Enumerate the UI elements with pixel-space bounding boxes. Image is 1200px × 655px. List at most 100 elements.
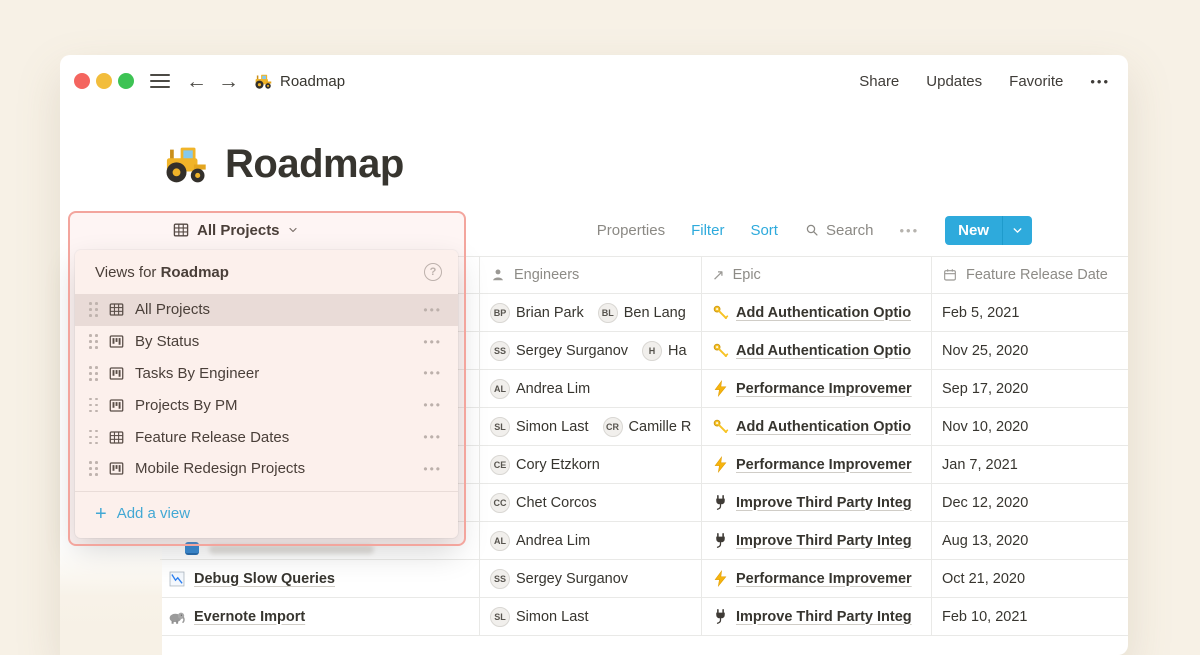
view-item-more-icon[interactable]: ••• [423,366,442,380]
engineer-chip[interactable]: BLBen Lang [598,303,686,323]
column-header-engineers[interactable]: Engineers [480,257,702,293]
table-row[interactable]: Debug Slow Queries SSSergey Surganov Per… [160,560,1128,598]
engineer-chip[interactable]: CCChet Corcos [490,493,597,513]
toolbar-more-icon[interactable]: ••• [900,223,920,238]
cell-engineers[interactable]: SSSergey Surganov [480,560,702,597]
view-item-more-icon[interactable]: ••• [423,303,442,317]
views-menu-item[interactable]: Tasks By Engineer ••• [75,358,458,390]
views-menu-item[interactable]: By Status ••• [75,326,458,358]
epic-link[interactable]: Add Authentication Optio [736,343,911,359]
cell-engineers[interactable]: ALAndrea Lim [480,370,702,407]
view-item-more-icon[interactable]: ••• [423,462,442,476]
cell-epic[interactable]: Performance Improvemer [702,560,932,597]
minimize-window-button[interactable] [96,73,112,89]
cell-engineers[interactable]: BPBrian Park BLBen Lang [480,294,702,331]
cell-release-date[interactable]: Nov 10, 2020 [932,408,1128,445]
drag-handle-icon[interactable] [89,366,98,381]
engineer-chip[interactable]: BPBrian Park [490,303,584,323]
cell-epic[interactable]: Improve Third Party Integ [702,484,932,521]
sort-button[interactable]: Sort [750,222,778,239]
column-header-release-date[interactable]: Feature Release Date [932,257,1128,293]
more-options-icon[interactable]: ••• [1090,74,1110,89]
cell-engineers[interactable]: SLSimon Last [480,598,702,635]
search-button[interactable]: Search [804,222,874,239]
drag-handle-icon[interactable] [89,334,98,349]
engineer-chip[interactable]: SLSimon Last [490,607,589,627]
cell-epic[interactable]: Improve Third Party Integ [702,522,932,559]
cell-engineers[interactable]: ALAndrea Lim [480,522,702,559]
engineer-chip[interactable]: ALAndrea Lim [490,531,590,551]
project-name-link[interactable]: Debug Slow Queries [194,571,335,587]
cell-epic[interactable]: Add Authentication Optio [702,294,932,331]
new-button-label[interactable]: New [945,216,1002,245]
cell-release-date[interactable]: Nov 25, 2020 [932,332,1128,369]
cell-release-date[interactable]: Jan 7, 2021 [932,446,1128,483]
cell-release-date[interactable]: Oct 21, 2020 [932,560,1128,597]
back-arrow-icon[interactable]: ← [186,71,207,92]
properties-button[interactable]: Properties [597,222,665,239]
engineer-name: Ha [668,343,687,359]
filter-button[interactable]: Filter [691,222,724,239]
engineer-chip[interactable]: SSSergey Surganov [490,341,628,361]
engineer-chip[interactable]: CRCamille R [603,417,692,437]
updates-button[interactable]: Updates [926,73,982,90]
share-button[interactable]: Share [859,73,899,90]
epic-link[interactable]: Performance Improvemer [736,571,912,587]
zoom-window-button[interactable] [118,73,134,89]
view-item-more-icon[interactable]: ••• [423,430,442,444]
sidebar-menu-icon[interactable] [150,74,170,88]
cell-release-date[interactable]: Sep 17, 2020 [932,370,1128,407]
favorite-button[interactable]: Favorite [1009,73,1063,90]
help-icon[interactable]: ? [424,263,442,281]
view-item-more-icon[interactable]: ••• [423,398,442,412]
epic-link[interactable]: Improve Third Party Integ [736,533,912,549]
cell-engineers[interactable]: CECory Etzkorn [480,446,702,483]
drag-handle-icon[interactable] [89,302,98,317]
engineer-chip[interactable]: HHa [642,341,687,361]
epic-link[interactable]: Performance Improvemer [736,457,912,473]
drag-handle-icon[interactable] [89,430,98,445]
epic-link[interactable]: Add Authentication Optio [736,305,911,321]
cell-release-date[interactable]: Feb 10, 2021 [932,598,1128,635]
engineer-chip[interactable]: CECory Etzkorn [490,455,600,475]
views-menu-item[interactable]: Projects By PM ••• [75,389,458,421]
cell-engineers[interactable]: SSSergey Surganov HHa [480,332,702,369]
epic-link[interactable]: Improve Third Party Integ [736,495,912,511]
add-view-button[interactable]: + Add a view [75,492,458,536]
epic-link[interactable]: Add Authentication Optio [736,419,911,435]
breadcrumb[interactable]: Roadmap [254,72,345,91]
cell-release-date[interactable]: Feb 5, 2021 [932,294,1128,331]
release-date: Sep 17, 2020 [942,381,1028,397]
forward-arrow-icon[interactable]: → [218,71,239,92]
column-header-epic[interactable]: ↗ Epic [702,257,932,293]
close-window-button[interactable] [74,73,90,89]
cell-epic[interactable]: Add Authentication Optio [702,332,932,369]
engineer-chip[interactable]: ALAndrea Lim [490,379,590,399]
cell-engineers[interactable]: SLSimon Last CRCamille R [480,408,702,445]
view-selector[interactable]: All Projects [172,215,299,245]
cell-epic[interactable]: Performance Improvemer [702,446,932,483]
cell-release-date[interactable]: Dec 12, 2020 [932,484,1128,521]
views-menu-item[interactable]: Mobile Redesign Projects ••• [75,453,458,485]
cell-project-name[interactable]: Debug Slow Queries [160,560,480,597]
views-menu-item[interactable]: All Projects ••• [75,294,458,326]
engineer-chip[interactable]: SSSergey Surganov [490,569,628,589]
cell-epic[interactable]: Add Authentication Optio [702,408,932,445]
cell-epic[interactable]: Performance Improvemer [702,370,932,407]
view-item-more-icon[interactable]: ••• [423,335,442,349]
new-button[interactable]: New [945,216,1032,245]
new-button-dropdown[interactable] [1002,216,1032,245]
cell-release-date[interactable]: Aug 13, 2020 [932,522,1128,559]
cell-engineers[interactable]: CCChet Corcos [480,484,702,521]
cell-project-name[interactable]: Evernote Import [160,598,480,635]
epic-link[interactable]: Performance Improvemer [736,381,912,397]
engineer-chip[interactable]: SLSimon Last [490,417,589,437]
drag-handle-icon[interactable] [89,461,98,476]
view-item-label: Mobile Redesign Projects [135,460,305,477]
table-row[interactable]: Evernote Import SLSimon Last Improve Thi… [160,598,1128,636]
cell-epic[interactable]: Improve Third Party Integ [702,598,932,635]
epic-link[interactable]: Improve Third Party Integ [736,609,912,625]
drag-handle-icon[interactable] [89,398,98,413]
project-name-link[interactable]: Evernote Import [194,609,305,625]
views-menu-item[interactable]: Feature Release Dates ••• [75,421,458,453]
